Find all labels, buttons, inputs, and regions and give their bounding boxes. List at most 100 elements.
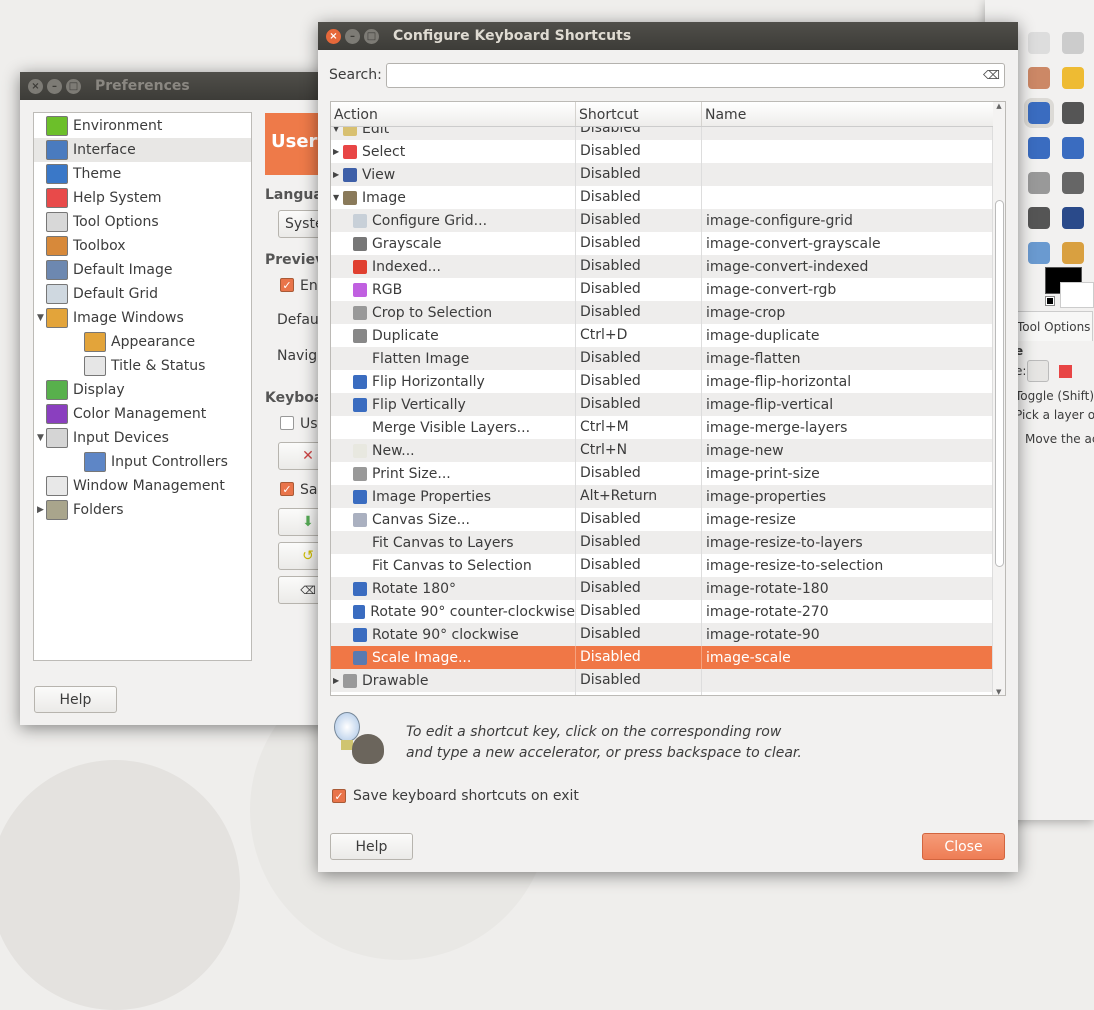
table-row[interactable]: Fit Canvas to Selection Disabled image-res… <box>331 554 993 577</box>
table-row[interactable]: Duplicate Ctrl+D image-duplicate <box>331 324 993 347</box>
table-row[interactable]: Fit Canvas to Layers Disabled image-resize… <box>331 531 993 554</box>
close-button[interactable]: Close <box>922 833 1005 860</box>
close-icon[interactable]: × <box>28 78 43 94</box>
expander-closed-icon[interactable]: ▶ <box>333 147 339 156</box>
shortcut-cell[interactable]: Disabled <box>576 347 702 370</box>
sidebar-item-toolbox[interactable]: Toolbox <box>34 234 251 258</box>
table-row[interactable]: Canvas Size... Disabled image-resize <box>331 508 993 531</box>
radio-move-active[interactable]: Move the ac <box>1015 432 1094 446</box>
table-row[interactable]: Rotate 90° counter-clockwise Disabled imag… <box>331 600 993 623</box>
shortcut-cell[interactable]: Disabled <box>576 140 702 163</box>
expander-open-icon[interactable]: ▼ <box>37 433 44 443</box>
shortcut-cell[interactable]: Disabled <box>576 600 702 623</box>
bucket-fill-icon[interactable] <box>1028 172 1050 194</box>
table-row[interactable]: Print Size... Disabled image-print-size <box>331 462 993 485</box>
use-mnemonics-checkbox[interactable]: Us <box>280 416 318 432</box>
enable-previews-checkbox[interactable]: ✓ En <box>280 278 318 294</box>
shortcut-cell[interactable]: Disabled <box>576 232 702 255</box>
sidebar-item-default-image[interactable]: Default Image <box>34 258 251 282</box>
sidebar-item-title-status[interactable]: Title & Status <box>34 354 251 378</box>
sidebar-item-interface[interactable]: Interface <box>34 138 251 162</box>
sidebar-item-default-grid[interactable]: Default Grid <box>34 282 251 306</box>
minimize-icon[interactable]: – <box>47 78 62 94</box>
shortcut-cell[interactable]: Disabled <box>576 554 702 577</box>
help-button[interactable]: Help <box>34 686 117 713</box>
smudge-icon[interactable] <box>1062 242 1084 264</box>
table-row[interactable]: New... Ctrl+N image-new <box>331 439 993 462</box>
blur-icon[interactable] <box>1028 242 1050 264</box>
table-row[interactable]: Flip Vertically Disabled image-flip-vertic… <box>331 393 993 416</box>
shortcut-cell[interactable]: Ctrl+N <box>576 439 702 462</box>
save-on-exit-checkbox[interactable]: ✓ Save keyboard shortcuts on exit <box>332 788 579 804</box>
expander-closed-icon[interactable]: ▶ <box>37 505 44 515</box>
clear-search-icon[interactable]: ⌫ <box>983 68 1000 82</box>
table-row[interactable]: Merge Visible Layers... Ctrl+M image-merge… <box>331 416 993 439</box>
table-row[interactable]: Grayscale Disabled image-convert-grayscale <box>331 232 993 255</box>
paths-icon[interactable] <box>1062 67 1084 89</box>
shortcut-cell[interactable]: Disabled <box>576 278 702 301</box>
help-button[interactable]: Help <box>330 833 413 860</box>
shortcut-cell[interactable]: Disabled <box>576 669 702 692</box>
shortcut-cell[interactable]: Disabled <box>576 531 702 554</box>
sidebar-item-image-windows[interactable]: ▼ Image Windows <box>34 306 251 330</box>
paintbrush-icon[interactable] <box>1028 207 1050 229</box>
search-input[interactable]: ⌫ <box>386 63 1005 88</box>
shortcut-cell[interactable]: Disabled <box>576 623 702 646</box>
free-select-icon[interactable] <box>1062 32 1084 54</box>
shortcut-cell[interactable]: Disabled <box>576 255 702 278</box>
shortcut-cell[interactable]: Disabled <box>576 692 702 695</box>
expander-closed-icon[interactable]: ▶ <box>333 170 339 179</box>
expander-open-icon[interactable]: ▼ <box>333 127 339 133</box>
column-header-name[interactable]: Name <box>702 102 993 126</box>
expander-open-icon[interactable]: ▼ <box>37 313 44 323</box>
table-row[interactable]: Scale Image... Disabled image-scale <box>331 646 993 669</box>
table-row[interactable]: ▼ Image Disabled <box>331 186 993 209</box>
table-row[interactable]: Flip Horizontally Disabled image-flip-hori… <box>331 370 993 393</box>
table-row[interactable]: RGB Disabled image-convert-rgb <box>331 278 993 301</box>
sidebar-item-color-management[interactable]: Color Management <box>34 402 251 426</box>
table-row[interactable]: Flatten Image Disabled image-flatten <box>331 347 993 370</box>
scroll-down-icon[interactable]: ▼ <box>996 688 1001 695</box>
shortcut-cell[interactable]: Disabled <box>576 577 702 600</box>
sidebar-item-input-devices[interactable]: ▼ Input Devices <box>34 426 251 450</box>
perspective-icon[interactable] <box>1028 137 1050 159</box>
shortcut-cell[interactable]: Alt+Return <box>576 485 702 508</box>
ink-icon[interactable] <box>1062 207 1084 229</box>
sidebar-item-tool-options[interactable]: Tool Options <box>34 210 251 234</box>
table-row[interactable]: ▶ Select Disabled <box>331 140 993 163</box>
column-header-action[interactable]: Action <box>331 102 576 126</box>
scrollbar-thumb[interactable] <box>995 200 1004 567</box>
shortcut-cell[interactable]: Disabled <box>576 163 702 186</box>
shortcut-cell[interactable]: Disabled <box>576 301 702 324</box>
sidebar-item-appearance[interactable]: Appearance <box>34 330 251 354</box>
radio-pick-layer[interactable]: Pick a layer o <box>1015 408 1094 422</box>
close-icon[interactable]: × <box>326 28 341 44</box>
table-row[interactable]: Rotate 90° clockwise Disabled image-rotate… <box>331 623 993 646</box>
move-icon[interactable] <box>1024 98 1054 128</box>
foreground-select-icon[interactable] <box>1028 67 1050 89</box>
sidebar-item-input-controllers[interactable]: Input Controllers <box>34 450 251 474</box>
table-row[interactable]: Crop to Selection Disabled image-crop <box>331 301 993 324</box>
table-row[interactable]: ▶Disabled <box>331 692 993 695</box>
alignment-icon[interactable] <box>1062 102 1084 124</box>
reset-colors-icon[interactable] <box>1045 296 1055 306</box>
table-row[interactable]: Indexed... Disabled image-convert-indexed <box>331 255 993 278</box>
sidebar-item-theme[interactable]: Theme <box>34 162 251 186</box>
shortcut-cell[interactable]: Ctrl+M <box>576 416 702 439</box>
table-row[interactable]: ▼ Edit Disabled <box>331 127 993 140</box>
shortcut-cell[interactable]: Disabled <box>576 186 702 209</box>
shortcut-cell[interactable]: Disabled <box>576 393 702 416</box>
sidebar-item-window-management[interactable]: Window Management <box>34 474 251 498</box>
minimize-icon[interactable]: – <box>345 28 360 44</box>
sidebar-item-help-system[interactable]: Help System <box>34 186 251 210</box>
gradient-icon[interactable] <box>1062 172 1084 194</box>
table-row[interactable]: Rotate 180° Disabled image-rotate-180 <box>331 577 993 600</box>
shortcut-cell[interactable]: Ctrl+D <box>576 324 702 347</box>
vertical-scrollbar[interactable]: ▲ ▼ <box>992 102 1005 695</box>
table-row[interactable]: Image Properties Alt+Return image-properti… <box>331 485 993 508</box>
shortcut-cell[interactable]: Disabled <box>576 370 702 393</box>
shortcut-cell[interactable]: Disabled <box>576 462 702 485</box>
tab-tool-options[interactable]: Tool Options <box>1013 311 1093 341</box>
shortcut-cell[interactable]: Disabled <box>576 508 702 531</box>
shortcut-cell[interactable]: Disabled <box>576 209 702 232</box>
